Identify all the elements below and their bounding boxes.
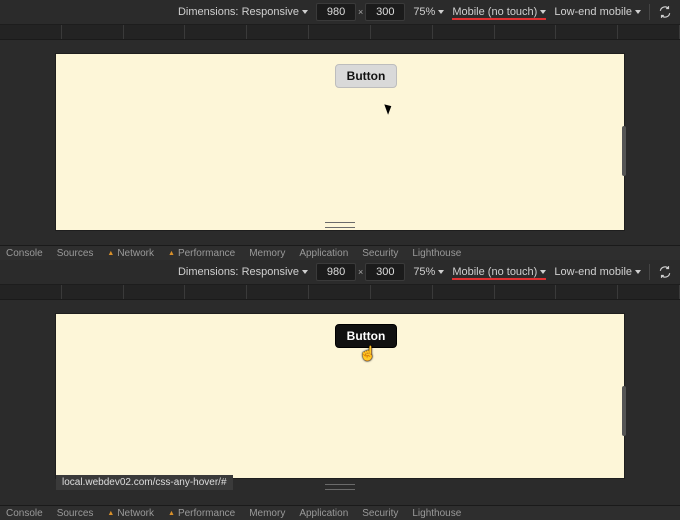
divider [649,264,650,280]
scrollbar-thumb[interactable] [622,386,626,436]
stage: Button [0,40,680,248]
height-input[interactable] [365,263,405,281]
device-type-value: Mobile (no touch) [452,6,537,18]
tab-sources[interactable]: Sources [57,248,94,259]
width-input[interactable] [316,3,356,21]
page-viewport[interactable]: Button ☝ [56,314,624,478]
zoom-value: 75% [413,266,435,278]
throttle-value: Low-end mobile [554,266,632,278]
tab-application[interactable]: Application [299,248,348,259]
ruler [0,25,680,40]
chevron-down-icon [302,270,308,274]
highlight-underline [452,18,546,20]
tab-security[interactable]: Security [362,248,398,259]
devtools-tabs[interactable]: Console Sources Network Performance Memo… [0,245,680,260]
tab-application[interactable]: Application [299,508,348,519]
tab-network[interactable]: Network [107,248,154,259]
devtools-tabs[interactable]: Console Sources Network Performance Memo… [0,505,680,520]
zoom-dropdown[interactable]: 75% [413,266,444,278]
tab-lighthouse[interactable]: Lighthouse [412,248,461,259]
chevron-down-icon [540,10,546,14]
width-input[interactable] [316,263,356,281]
resize-handle[interactable] [325,484,355,490]
chevron-down-icon [438,10,444,14]
size-separator: × [358,7,363,17]
tab-console[interactable]: Console [6,508,43,519]
dimensions-value: Responsive [242,266,299,278]
tab-console[interactable]: Console [6,248,43,259]
device-toolbar: Dimensions: Responsive × 75% Mobile (no … [0,260,680,285]
dimensions-dropdown[interactable]: Dimensions: Responsive [178,6,308,18]
dimensions-dropdown[interactable]: Dimensions: Responsive [178,266,308,278]
stage: Button ☝ local.webdev02.com/css-any-hove… [0,300,680,508]
demo-button[interactable]: Button [335,64,397,88]
tab-security[interactable]: Security [362,508,398,519]
tab-network[interactable]: Network [107,508,154,519]
chevron-down-icon [635,270,641,274]
page-viewport[interactable]: Button [56,54,624,230]
size-inputs: × [316,263,405,281]
tab-performance[interactable]: Performance [168,508,235,519]
dimensions-value: Responsive [242,6,299,18]
throttle-dropdown[interactable]: Low-end mobile [554,266,641,278]
url-tooltip: local.webdev02.com/css-any-hover/# [56,475,233,490]
size-separator: × [358,267,363,277]
demo-button-label: Button [347,329,386,343]
throttle-value: Low-end mobile [554,6,632,18]
zoom-value: 75% [413,6,435,18]
zoom-dropdown[interactable]: 75% [413,6,444,18]
dimensions-label: Dimensions: [178,6,239,18]
chevron-down-icon [438,270,444,274]
resize-handle[interactable] [325,222,355,228]
height-input[interactable] [365,3,405,21]
tab-memory[interactable]: Memory [249,248,285,259]
chevron-down-icon [540,270,546,274]
device-type-dropdown[interactable]: Mobile (no touch) [452,6,546,18]
throttle-dropdown[interactable]: Low-end mobile [554,6,641,18]
highlight-underline [452,278,546,280]
size-inputs: × [316,3,405,21]
divider [649,4,650,20]
scrollbar-thumb[interactable] [622,126,626,176]
tab-memory[interactable]: Memory [249,508,285,519]
device-type-dropdown[interactable]: Mobile (no touch) [452,266,546,278]
device-type-value: Mobile (no touch) [452,266,537,278]
demo-button-label: Button [347,69,386,83]
chevron-down-icon [635,10,641,14]
cursor-hand-icon: ☝ [359,346,376,360]
ruler [0,285,680,300]
dimensions-label: Dimensions: [178,266,239,278]
tab-lighthouse[interactable]: Lighthouse [412,508,461,519]
chevron-down-icon [302,10,308,14]
tab-performance[interactable]: Performance [168,248,235,259]
rotate-icon[interactable] [658,5,672,19]
rotate-icon[interactable] [658,265,672,279]
tab-sources[interactable]: Sources [57,508,94,519]
device-toolbar: Dimensions: Responsive × 75% Mobile (no … [0,0,680,25]
